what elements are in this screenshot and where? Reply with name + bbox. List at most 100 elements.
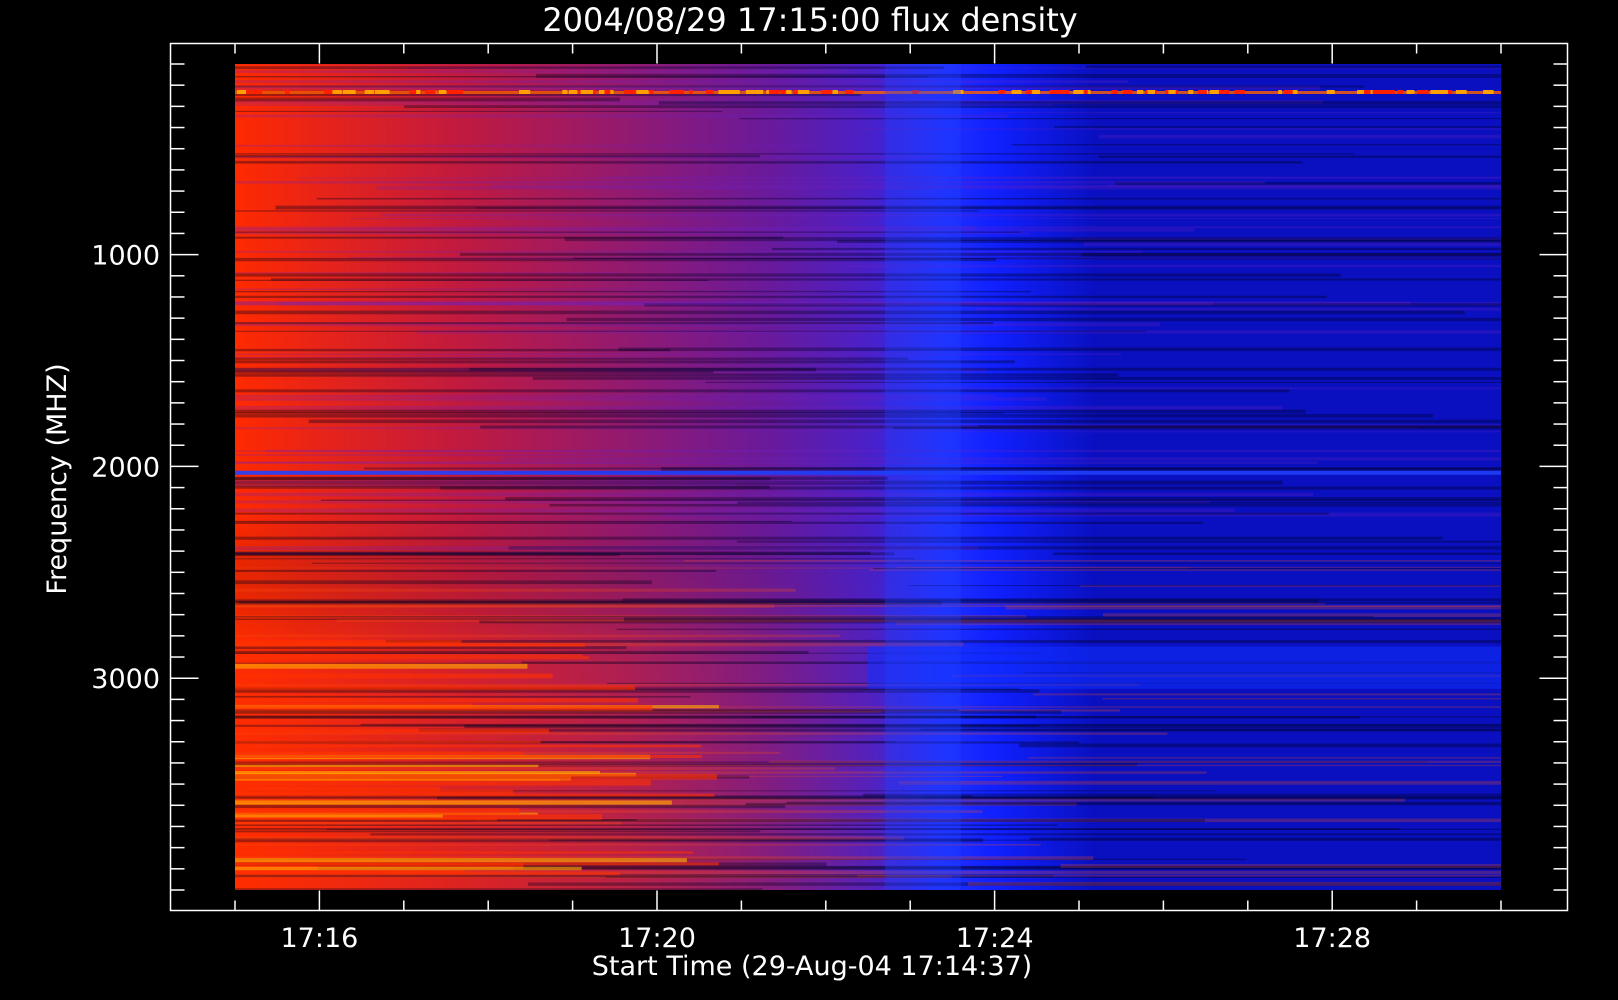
spectral-stripe	[235, 110, 723, 113]
spectral-stripe	[265, 449, 1501, 453]
spectral-stripe	[573, 257, 1501, 260]
interference-dot	[1376, 90, 1385, 94]
spectral-stripe	[235, 804, 786, 809]
spectral-stripe	[235, 830, 761, 833]
interference-dot	[650, 90, 654, 94]
hot-stripe	[235, 872, 621, 876]
interference-dot	[1397, 90, 1404, 94]
blue-band	[235, 470, 1501, 475]
spectral-stripe	[1060, 863, 1501, 868]
hot-stripe	[235, 744, 701, 748]
interference-dot	[1234, 90, 1245, 94]
interference-dot	[689, 90, 693, 94]
spectral-stripe	[869, 569, 1501, 571]
spectral-stripe	[235, 288, 642, 290]
interference-dot	[568, 90, 578, 94]
spectral-stripe	[235, 322, 994, 325]
chart-title: 2004/08/29 17:15:00 flux density	[542, 1, 1077, 39]
hot-stripe	[235, 705, 653, 711]
spectral-stripe	[897, 566, 1501, 568]
spectral-stripe	[899, 780, 1501, 785]
spectral-stripe	[235, 569, 717, 573]
spectral-stripe	[235, 389, 1290, 393]
interference-dot	[998, 90, 1005, 94]
interference-dot	[1292, 90, 1298, 94]
spectral-stripe	[235, 80, 1129, 84]
x-tick-label: 17:28	[1293, 923, 1371, 954]
spectral-stripe	[1033, 693, 1501, 696]
interference-dot	[754, 90, 764, 94]
hot-stripe	[235, 654, 583, 657]
y-tick-label: 3000	[91, 664, 160, 695]
interference-dot	[237, 90, 248, 94]
spectral-stripe	[235, 373, 1119, 377]
x-tick-label: 17:20	[618, 923, 696, 954]
spectral-stripe	[1005, 605, 1501, 610]
spectral-stripe	[235, 461, 1318, 464]
hot-stripe	[235, 741, 541, 744]
spectral-stripe	[235, 367, 816, 372]
spectral-stripe	[235, 180, 1265, 184]
interference-dot	[786, 90, 792, 94]
interference-dot	[1328, 90, 1335, 94]
interference-dot	[246, 90, 251, 94]
spectral-stripe	[978, 425, 1501, 427]
interference-dot	[706, 90, 714, 94]
spectrogram-image	[235, 64, 1501, 890]
interference-dot	[1147, 90, 1156, 94]
spectral-stripe	[235, 153, 1355, 155]
spectral-stripe	[235, 154, 760, 158]
interference-dot	[630, 90, 637, 94]
spectral-stripe	[566, 317, 1501, 322]
hot-stripe	[235, 673, 553, 679]
hot-stripe	[235, 800, 672, 805]
spectral-stripe	[235, 160, 1303, 164]
interference-dot	[728, 90, 740, 94]
hot-stripe	[235, 755, 702, 758]
interference-dot	[745, 90, 755, 94]
interference-dot	[1441, 90, 1449, 94]
spectral-stripe	[235, 604, 775, 608]
interference-dot	[820, 90, 833, 94]
spectral-stripe	[235, 144, 821, 147]
spectral-stripe	[235, 272, 620, 274]
interference-dot	[251, 90, 263, 94]
spectral-stripe	[235, 250, 1143, 253]
spectral-stripe	[1011, 143, 1501, 146]
interference-dot	[802, 90, 809, 94]
interference-dot	[1168, 90, 1176, 94]
spectral-stripe	[479, 620, 1501, 624]
hot-stripe	[235, 862, 719, 866]
interference-dot	[793, 90, 798, 94]
interference-dot	[375, 90, 381, 94]
spectral-stripe	[235, 414, 1433, 418]
spectral-stripe	[235, 66, 945, 69]
interference-dot	[1483, 90, 1490, 94]
spectral-stripe	[235, 356, 647, 358]
spectrogram-chart: 17:16 17:20 17:24 17:28 1000 2000 3000 2004/08…	[42, 1, 1569, 982]
spectral-stripe	[1102, 698, 1501, 700]
interference-dot	[1455, 90, 1467, 94]
spectral-stripe	[474, 207, 1501, 209]
spectral-stripe	[235, 836, 905, 840]
interference-dot	[380, 90, 390, 94]
spectral-stripe	[1054, 125, 1501, 128]
spectral-stripe	[967, 882, 1501, 886]
spectral-stripe	[732, 431, 1501, 433]
interference-dot	[284, 90, 290, 94]
hot-stripe	[235, 764, 539, 768]
interference-dot	[1083, 90, 1088, 94]
spectral-stripe	[235, 588, 796, 592]
spectral-stripe	[235, 551, 871, 555]
spectral-stripe	[235, 301, 1214, 306]
interference-dot	[1059, 90, 1070, 94]
interference-dot	[604, 90, 611, 94]
spectral-stripe	[622, 598, 1501, 601]
spectral-stripe	[771, 247, 1501, 251]
hot-stripe	[235, 858, 687, 863]
spectral-stripe	[235, 603, 1325, 605]
spectral-stripe	[235, 70, 851, 74]
spectral-stripe	[549, 839, 1501, 841]
spectral-stripe	[549, 503, 1501, 507]
interference-dot	[845, 90, 854, 94]
